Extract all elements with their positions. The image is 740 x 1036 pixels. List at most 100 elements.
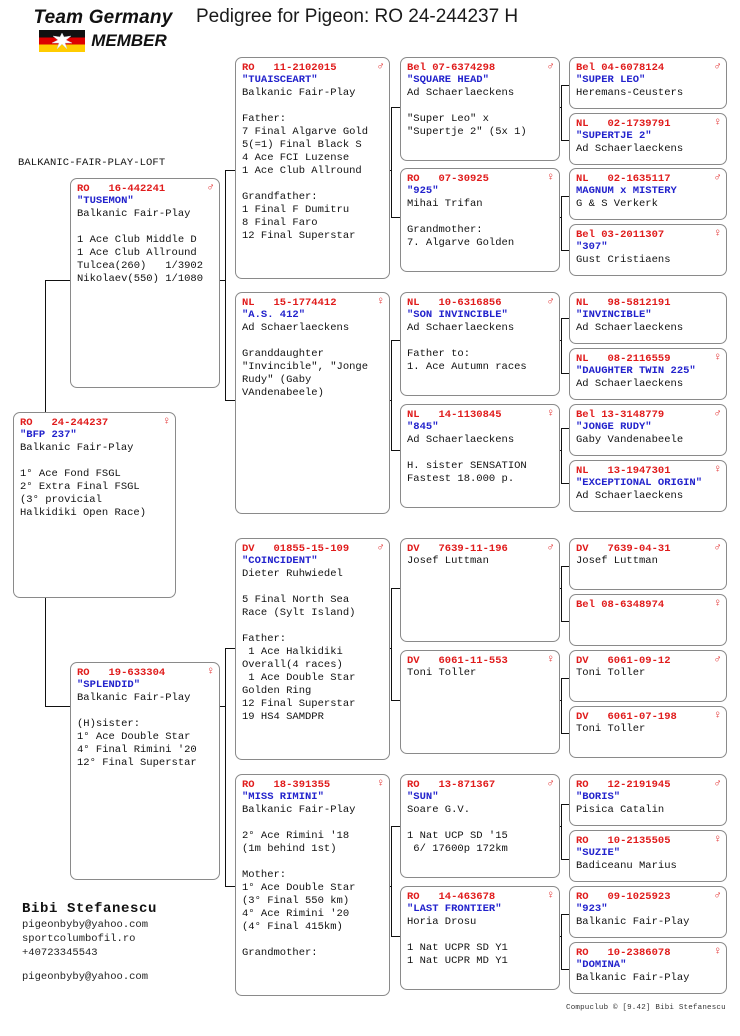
pedigree-line: 12 Final Superstar [242, 230, 356, 242]
owner-phone[interactable]: +40723345543 [22, 946, 157, 960]
male-icon: ♂ [714, 654, 721, 666]
gen3-box-6[interactable]: RO 13-871367 ♂ "SUN" Soare G.V. 1 Nat UCP SD… [400, 774, 560, 878]
gen4-box-4[interactable]: NL 98-5812191 "INVINCIBLE" Ad Schaerlaecke… [569, 292, 727, 344]
gen3-box-7[interactable]: RO 14-463678 ♀ "LAST FRONTIER" Horia Drosu 1… [400, 886, 560, 990]
ring-number: NL 02-1739791 [576, 118, 671, 130]
pedigree-line: Tulcea(260) 1/3902 [77, 260, 204, 272]
gen3-box-5[interactable]: DV 6061-11-553 ♀ Toni Toller [400, 650, 560, 754]
gen1-box-0[interactable]: RO 16-442241 ♂ "TUSEMON" Balkanic Fair-Play… [70, 178, 220, 388]
pedigree-line: 1° Ace Fond FSGL [20, 468, 121, 480]
pigeon-name: "MISS RIMINI" [242, 791, 324, 803]
team-germany-logo: Team Germany MEMBER [18, 8, 188, 56]
gen4-box-14[interactable]: RO 09-1025923 ♂ "923" Balkanic Fair-Play [569, 886, 727, 938]
gen3-box-3[interactable]: NL 14-1130845 ♀ "845" Ad Schaerlaeckens H. s… [400, 404, 560, 508]
pedigree-line: Granddaughter [242, 348, 324, 360]
female-icon: ♀ [547, 654, 554, 666]
male-icon: ♂ [377, 542, 384, 554]
pedigree-line: 1 Nat UCP SD '15 [407, 830, 508, 842]
pedigree-line: (3° Final 550 km) [242, 895, 350, 907]
pedigree-line: Soare G.V. [407, 804, 471, 816]
pigeon-name: "SUN" [407, 791, 439, 803]
pedigree-line: Toni Toller [576, 723, 646, 735]
ring-number: NL 98-5812191 [576, 297, 671, 309]
pedigree-line: Balkanic Fair-Play [20, 442, 134, 454]
female-icon: ♀ [163, 416, 170, 428]
pedigree-line: Heremans-Ceusters [576, 87, 684, 99]
pedigree-line: Overall(4 races) [242, 659, 343, 671]
ring-number: RO 19-633304 [77, 667, 166, 679]
pedigree-box-header: RO 24-244237 ♀ [20, 416, 170, 430]
gen4-box-10[interactable]: DV 6061-09-12 ♂ Toni Toller [569, 650, 727, 702]
gen4-box-12[interactable]: RO 12-2191945 ♂ "BORIS" Pisica Catalin [569, 774, 727, 826]
pedigree-line: H. sister SENSATION [407, 460, 527, 472]
female-icon: ♀ [714, 834, 721, 846]
gen4-box-0[interactable]: Bel 04-6078124 ♂ "SUPER LEO" Heremans-Ceust… [569, 57, 727, 109]
pedigree-box-header: DV 6061-07-198 ♀ [576, 711, 721, 724]
connector [391, 826, 400, 827]
connector [391, 588, 400, 589]
pedigree-line: Ad Schaerlaeckens [407, 434, 515, 446]
female-icon: ♀ [714, 228, 721, 240]
connector [561, 804, 569, 805]
gen3-box-0[interactable]: Bel 07-6374298 ♂ "SQUARE HEAD" Ad Schaerlae… [400, 57, 560, 161]
pedigree-line: Toni Toller [407, 667, 477, 679]
pedigree-line: 8 Final Faro [242, 217, 318, 229]
pigeon-name: "COINCIDENT" [242, 555, 318, 567]
connector [225, 648, 226, 886]
pedigree-line: Race (Sylt Island) [242, 607, 356, 619]
gen4-box-5[interactable]: NL 08-2116559 ♀ "DAUGHTER TWIN 225" Ad Scha… [569, 348, 727, 400]
gen2-box-2[interactable]: DV 01855-15-109 ♂ "COINCIDENT" Dieter Ruhwi… [235, 538, 390, 760]
female-icon: ♀ [714, 352, 721, 364]
pigeon-name: "TUAISCEART" [242, 74, 318, 86]
pedigree-line: Ad Schaerlaeckens [242, 322, 350, 334]
pedigree-box-header: RO 11-2102015 ♂ [242, 62, 384, 75]
connector [391, 107, 392, 217]
gen4-box-3[interactable]: Bel 03-2011307 ♀ "307" Gust Cristiaens [569, 224, 727, 276]
pigeon-name: MAGNUM x MISTERY [576, 185, 677, 197]
pedigree-line: (1m behind 1st) [242, 843, 337, 855]
pigeon-name: "845" [407, 421, 439, 433]
connector [561, 678, 562, 733]
pedigree-line: Balkanic Fair-Play [77, 208, 191, 220]
pigeon-name: "BORIS" [576, 791, 621, 803]
pedigree-box-header: NL 15-1774412 ♀ [242, 297, 384, 310]
gen4-box-6[interactable]: Bel 13-3148779 ♂ "JONGE RUDY" Gaby Vandenab… [569, 404, 727, 456]
gen1-box-1[interactable]: RO 19-633304 ♀ "SPLENDID" Balkanic Fair-Pla… [70, 662, 220, 880]
gen2-box-0[interactable]: RO 11-2102015 ♂ "TUAISCEART" Balkanic Fair-… [235, 57, 390, 279]
pedigree-line: 1 Ace Double Star [242, 672, 356, 684]
pedigree-line: VAndenabeele) [242, 387, 324, 399]
gen4-box-15[interactable]: RO 10-2386078 ♀ "DOMINA" Balkanic Fair-Play [569, 942, 727, 994]
owner-email-secondary[interactable]: pigeonbyby@yahoo.com [22, 970, 157, 984]
pedigree-line: 12° Final Superstar [77, 757, 197, 769]
gen4-box-8[interactable]: DV 7639-04-31 ♂ Josef Luttman [569, 538, 727, 590]
gen4-box-1[interactable]: NL 02-1739791 ♀ "SUPERTJE 2" Ad Schaerlaeck… [569, 113, 727, 165]
ring-number: DV 7639-04-31 [576, 543, 671, 555]
pedigree-line: 2° Ace Rimini '18 [242, 830, 350, 842]
pedigree-box-header: DV 01855-15-109 ♂ [242, 542, 384, 556]
subject-pigeon-box[interactable]: RO 24-244237 ♀ "BFP 237" Balkanic Fair-Play… [13, 412, 176, 598]
gen3-box-1[interactable]: RO 07-30925 ♀ "925" Mihai Trifan Grandmother… [400, 168, 560, 272]
pedigree-line: Halkidiki Open Race) [20, 507, 147, 519]
gen3-box-4[interactable]: DV 7639-11-196 ♂ Josef Luttman [400, 538, 560, 642]
pedigree-line: Horia Drosu [407, 916, 477, 928]
logo-line2: MEMBER [91, 31, 167, 50]
pigeon-name: "EXCEPTIONAL ORIGIN" [576, 477, 703, 489]
owner-website[interactable]: sportcolumbofil.ro [22, 932, 157, 946]
male-icon: ♂ [547, 296, 554, 308]
pedigree-line: (H)sister: [77, 718, 141, 730]
gen4-box-11[interactable]: DV 6061-07-198 ♀ Toni Toller [569, 706, 727, 758]
gen4-box-9[interactable]: Bel 08-6348974 ♀ [569, 594, 727, 646]
gen4-box-7[interactable]: NL 13-1947301 ♀ "EXCEPTIONAL ORIGIN" Ad Sch… [569, 460, 727, 512]
gen2-box-1[interactable]: NL 15-1774412 ♀ "A.S. 412" Ad Schaerlaecken… [235, 292, 390, 514]
gen3-box-2[interactable]: NL 10-6316856 ♂ "SON INVINCIBLE" Ad Schaerl… [400, 292, 560, 396]
owner-email[interactable]: pigeonbyby@yahoo.com [22, 918, 157, 932]
pedigree-line: Josef Luttman [407, 555, 489, 567]
pedigree-box-header: NL 02-1739791 ♀ [576, 118, 721, 131]
gen4-box-2[interactable]: NL 02-1635117 ♂ MAGNUM x MISTERY G & S Verk… [569, 168, 727, 220]
gen2-box-3[interactable]: RO 18-391355 ♀ "MISS RIMINI" Balkanic Fair-… [235, 774, 390, 996]
gen4-box-13[interactable]: RO 10-2135505 ♀ "SUZIE" Badiceanu Marius [569, 830, 727, 882]
connector [391, 217, 400, 218]
